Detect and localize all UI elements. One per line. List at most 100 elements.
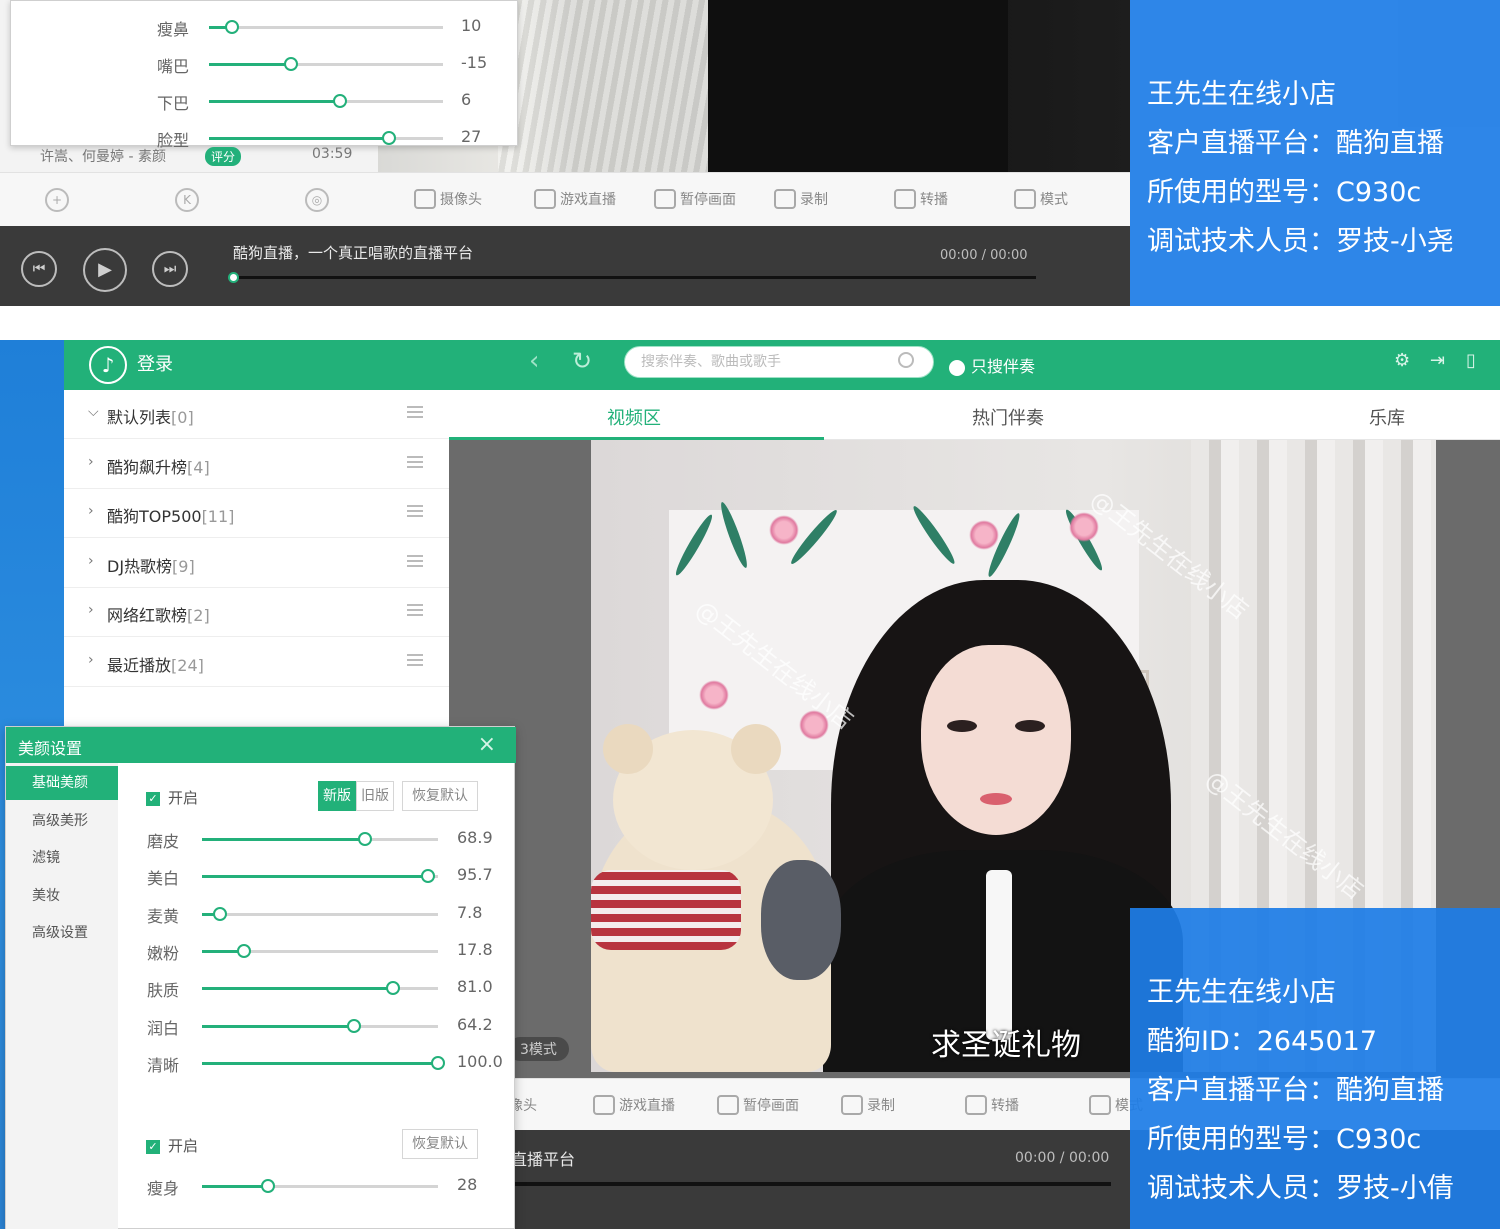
list-item[interactable]: › 酷狗飙升榜[4] [64, 440, 449, 489]
slider-track[interactable] [202, 943, 438, 958]
close-icon[interactable]: × [478, 732, 496, 757]
slider-handle[interactable] [421, 869, 435, 884]
chevron-icon[interactable]: ⌵ [88, 404, 99, 420]
menu-icon[interactable] [407, 654, 423, 666]
camera-button[interactable]: 摄像头 [414, 189, 482, 211]
sidebar-item[interactable]: 高级美形 [6, 804, 118, 838]
restore-default-button[interactable]: 恢复默认 [402, 781, 478, 811]
refresh-icon[interactable]: ↻ [572, 347, 592, 375]
sidebar-item[interactable]: 高级设置 [6, 916, 118, 950]
relay-button[interactable]: 转播 [965, 1095, 1019, 1117]
sidebar-item[interactable]: 基础美颜 [6, 766, 118, 800]
menu-icon[interactable] [407, 554, 423, 567]
slider-label: 润白 [146, 1018, 179, 1038]
pause-screen-button[interactable]: 暂停画面 [654, 189, 736, 211]
slider-handle[interactable] [431, 1055, 445, 1070]
k-song-icon[interactable]: K [175, 188, 199, 212]
slider-handle[interactable] [225, 20, 239, 34]
new-version-button[interactable]: 新版 [318, 781, 356, 811]
slider-track[interactable] [202, 1179, 438, 1193]
sidebar-item[interactable]: 滤镜 [6, 841, 118, 875]
exit-icon[interactable]: ⇥ [1430, 350, 1445, 371]
slider-track[interactable] [209, 94, 443, 108]
score-badge[interactable]: 评分 [205, 147, 242, 166]
slider-handle[interactable] [284, 57, 298, 71]
playlist-name: 酷狗TOP500[11] [107, 503, 234, 527]
chevron-icon[interactable]: › [88, 602, 94, 618]
slider-handle[interactable] [386, 981, 400, 996]
mode-button[interactable]: 模式 [1014, 189, 1068, 211]
tab-hot-accompaniment[interactable]: 热门伴奏 [972, 404, 1044, 430]
slider-handle[interactable] [347, 1018, 361, 1033]
slider-track[interactable] [209, 57, 443, 71]
add-icon[interactable]: + [45, 188, 69, 212]
slider-handle[interactable] [237, 943, 251, 958]
slider-handle[interactable] [213, 906, 227, 921]
prev-icon[interactable]: ⏮ [21, 251, 57, 287]
chevron-icon[interactable]: › [88, 652, 94, 668]
slider-track[interactable] [202, 869, 438, 884]
enable-label: 开启 [168, 789, 199, 807]
tab-video[interactable]: 视频区 [607, 404, 661, 430]
gear-icon[interactable]: ⚙ [1394, 350, 1410, 371]
list-item[interactable]: › 网络红歌榜[2] [64, 588, 449, 638]
search-icon[interactable] [898, 352, 914, 368]
leaf [717, 500, 751, 570]
enable-checkbox-2[interactable]: ✓ 开启 [146, 1135, 198, 1156]
menu-icon[interactable] [407, 505, 423, 518]
chevron-icon[interactable]: › [88, 503, 94, 519]
list-item[interactable]: › DJ热歌榜[9] [64, 539, 449, 588]
camera-icon [414, 189, 436, 209]
slider-track[interactable] [209, 20, 443, 34]
progress-bar[interactable] [232, 276, 1036, 279]
slider-track[interactable] [202, 1018, 438, 1033]
record-button[interactable]: 录制 [841, 1095, 895, 1117]
slider-track[interactable] [202, 981, 438, 996]
slider-track[interactable] [202, 906, 438, 921]
list-item[interactable]: ⌵ 默认列表[0] [64, 390, 449, 439]
restore-default-button-2[interactable]: 恢复默认 [402, 1129, 478, 1159]
progress-bar[interactable] [511, 1182, 1111, 1186]
play-icon[interactable]: ▶ [83, 248, 127, 292]
login-link[interactable]: 登录 [137, 350, 173, 376]
chevron-icon[interactable]: › [88, 553, 94, 569]
tab-music-library[interactable]: 乐库 [1369, 404, 1405, 430]
progress-handle[interactable] [228, 272, 239, 283]
slider-track[interactable] [209, 131, 443, 145]
mode-pill[interactable]: 3模式 [508, 1037, 569, 1061]
slider-handle[interactable] [358, 832, 372, 846]
only-accompaniment-toggle[interactable]: 只搜伴奏 [949, 353, 1035, 377]
slider-handle[interactable] [382, 131, 396, 145]
slider-row: 嫩粉 17.8 [139, 940, 517, 963]
slider-handle[interactable] [261, 1179, 275, 1193]
player-time: 00:00 / 00:00 [1015, 1150, 1110, 1166]
slider-handle[interactable] [333, 94, 347, 108]
tool-label: 转播 [920, 192, 948, 208]
slider-track[interactable] [202, 1055, 445, 1070]
menu-icon[interactable] [407, 406, 423, 418]
menu-icon[interactable] [407, 604, 423, 617]
checkbox-checked-icon[interactable]: ✓ [146, 1139, 160, 1154]
game-live-button[interactable]: 游戏直播 [593, 1095, 675, 1117]
back-arrow-icon[interactable]: ‹ [529, 346, 539, 376]
record-button[interactable]: 录制 [774, 189, 828, 211]
pause-screen-button[interactable]: 暂停画面 [717, 1095, 799, 1117]
game-live-button[interactable]: 游戏直播 [534, 189, 616, 211]
kugou-logo-icon[interactable]: ♪ [89, 346, 127, 384]
list-item[interactable]: › 酷狗TOP500[11] [64, 489, 449, 539]
chevron-icon[interactable]: › [88, 454, 94, 470]
old-version-button[interactable]: 旧版 [356, 781, 394, 811]
enable-checkbox[interactable]: ✓ 开启 [146, 787, 198, 808]
checkbox-checked-icon[interactable]: ✓ [146, 791, 160, 806]
list-item[interactable]: › 最近播放[24] [64, 638, 449, 687]
radio-icon[interactable] [949, 359, 965, 376]
search-circle-icon[interactable]: ◎ [305, 188, 329, 212]
search-input[interactable]: 搜索伴奏、歌曲或歌手 [624, 346, 934, 378]
menu-icon[interactable] [407, 455, 423, 468]
relay-button[interactable]: 转播 [894, 189, 948, 211]
mobile-icon[interactable]: ▯ [1466, 350, 1476, 371]
slider-track[interactable] [202, 832, 438, 846]
top-beauty-panel: 瘦鼻 10 嘴巴 -15 下巴 6 脸型 27 [10, 0, 518, 150]
next-icon[interactable]: ⏭ [152, 251, 188, 287]
sidebar-item[interactable]: 美妆 [6, 879, 118, 913]
